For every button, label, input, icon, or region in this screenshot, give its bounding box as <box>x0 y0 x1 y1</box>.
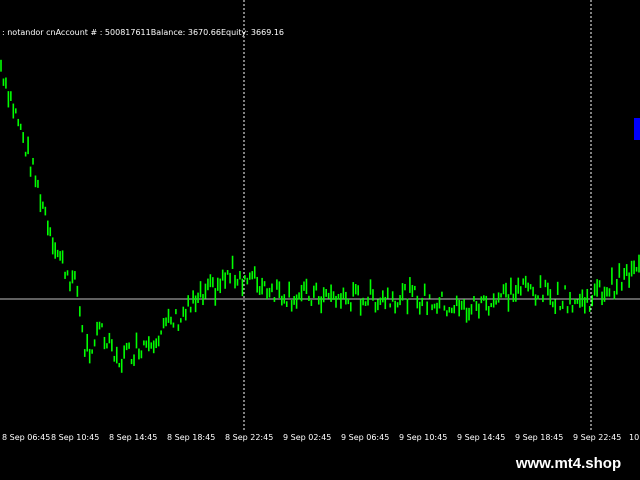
balance-value: : 3670.66 <box>182 28 221 37</box>
watermark: www.mt4.shop <box>497 446 640 480</box>
time-label: 8 Sep 06:45 <box>2 433 51 442</box>
time-label: 9 Sep 02:45 <box>283 433 332 442</box>
time-label: 9 Sep 22:45 <box>573 433 622 442</box>
time-label: 9 Sep 06:45 <box>341 433 390 442</box>
time-label: 10 <box>629 433 640 442</box>
equity-label: Equity <box>220 28 246 37</box>
account-number: : 500817611 <box>99 28 151 37</box>
account-info-line: : notandor cnAccount # : 500817611Balanc… <box>2 28 284 37</box>
time-label: 8 Sep 14:45 <box>109 433 158 442</box>
object-marker[interactable] <box>634 118 640 140</box>
time-label: 9 Sep 14:45 <box>457 433 506 442</box>
equity-value: : 3669.16 <box>245 28 285 37</box>
price-chart-canvas[interactable] <box>0 0 640 430</box>
time-label: 9 Sep 18:45 <box>515 433 564 442</box>
time-label: 8 Sep 18:45 <box>167 433 216 442</box>
time-label: 8 Sep 10:45 <box>51 433 100 442</box>
price-chart[interactable] <box>0 0 640 430</box>
time-label: 8 Sep 22:45 <box>225 433 274 442</box>
broker-name: : notandor cn <box>2 28 56 37</box>
balance-label: Balance <box>150 28 183 37</box>
time-axis: 8 Sep 06:45 8 Sep 10:45 8 Sep 14:45 8 Se… <box>0 430 640 446</box>
account-label: Account # <box>55 28 100 37</box>
time-label: 9 Sep 10:45 <box>399 433 448 442</box>
